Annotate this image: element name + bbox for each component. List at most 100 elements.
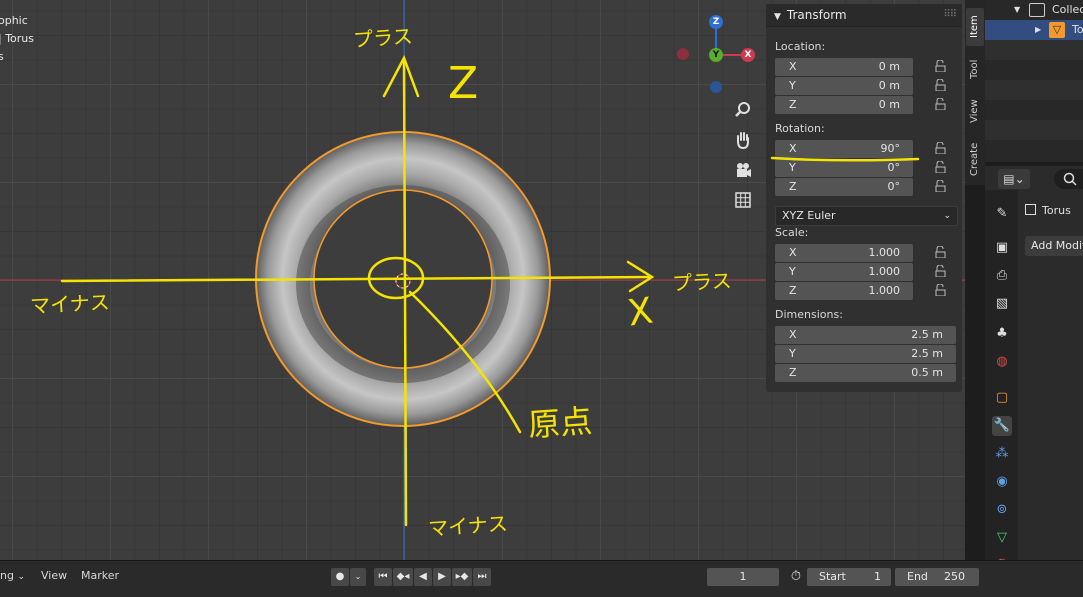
annotation-right-plus: プラス: [671, 268, 733, 296]
lock-icon[interactable]: [934, 265, 946, 277]
zoom-icon[interactable]: [731, 98, 755, 122]
lock-icon[interactable]: [934, 180, 946, 192]
view-menu[interactable]: View: [41, 569, 67, 582]
rotation-z-field[interactable]: Z 0°: [775, 178, 913, 196]
search-input[interactable]: [1054, 169, 1083, 189]
collection-name: Collec: [1052, 3, 1083, 16]
axis-label: Z: [789, 98, 797, 111]
rotation-mode-select[interactable]: XYZ Euler ⌄: [775, 206, 958, 226]
tab-create[interactable]: Create: [966, 136, 984, 182]
tool-settings-icon[interactable]: ✎: [992, 204, 1012, 224]
field-value: 0.5 m: [911, 366, 943, 379]
dimensions-label: Dimensions:: [775, 308, 843, 321]
lock-icon[interactable]: [934, 79, 946, 91]
jump-end-icon[interactable]: ⏭: [473, 568, 491, 586]
object-icon[interactable]: ▢: [992, 388, 1012, 408]
expand-arrow-icon[interactable]: ▶: [1035, 20, 1041, 40]
drag-grip-icon[interactable]: ⠿⠿: [943, 4, 957, 26]
field-value: 0 m: [878, 79, 900, 92]
tab-tool[interactable]: Tool: [966, 52, 984, 86]
info-line: s: [0, 50, 4, 63]
start-frame-field[interactable]: Start 1: [807, 568, 891, 586]
play-icon[interactable]: ▶: [433, 568, 451, 586]
outliner-collection-row[interactable]: ▼ Collec: [985, 0, 1083, 20]
view-layer-icon[interactable]: ▧: [992, 294, 1012, 314]
lock-icon[interactable]: [934, 142, 946, 154]
annotation-underline: [770, 156, 920, 162]
dimensions-x-field[interactable]: X 2.5 m: [775, 326, 956, 344]
object-name: To: [1072, 23, 1083, 36]
location-y-field[interactable]: Y 0 m: [775, 77, 913, 95]
scale-y-field[interactable]: Y 1.000: [775, 263, 913, 281]
axis-label: X: [789, 246, 797, 259]
annotation-left-minus: マイナス: [29, 289, 111, 319]
collapse-triangle-icon: ▼: [774, 12, 781, 22]
stopwatch-icon[interactable]: ⏱: [787, 568, 805, 586]
scale-z-field[interactable]: Z 1.000: [775, 282, 913, 300]
gizmo-neg-x-axis[interactable]: [677, 48, 689, 60]
dimensions-z-field[interactable]: Z 0.5 m: [775, 364, 956, 382]
annotation-origin: 原点: [526, 401, 594, 445]
editor-type-menu-icon[interactable]: ▤⌄: [998, 169, 1030, 189]
scale-x-field[interactable]: X 1.000: [775, 244, 913, 262]
add-modifier-button[interactable]: Add Modifi: [1025, 236, 1083, 256]
start-label: Start: [819, 570, 846, 583]
axis-label: Y: [789, 347, 796, 360]
tab-view[interactable]: View: [966, 92, 984, 130]
location-z-field[interactable]: Z 0 m: [775, 96, 913, 114]
gizmo-x-axis[interactable]: X: [741, 48, 755, 62]
constraints-icon[interactable]: ⊚: [992, 500, 1012, 520]
lock-icon[interactable]: [934, 161, 946, 173]
lock-icon[interactable]: [934, 284, 946, 296]
keying-chevron-icon[interactable]: ⌄: [350, 568, 366, 586]
keyframe-record-button[interactable]: ●: [331, 568, 349, 586]
collection-icon: [1029, 3, 1045, 17]
world-icon[interactable]: ◍: [992, 352, 1012, 372]
lock-icon[interactable]: [934, 98, 946, 110]
annotation-top-plus: プラス: [352, 23, 414, 53]
gizmo-neg-z-axis[interactable]: [710, 81, 722, 93]
gizmo-z-axis[interactable]: Z: [709, 15, 723, 29]
jump-start-icon[interactable]: ⏮: [374, 568, 392, 586]
output-icon[interactable]: ⎙: [992, 266, 1012, 286]
lock-icon[interactable]: [934, 60, 946, 72]
outliner-torus-row[interactable]: ▶ ▽ To: [985, 20, 1083, 40]
axis-label: Z: [789, 180, 797, 193]
play-reverse-icon[interactable]: ◀: [414, 568, 432, 586]
grid-icon[interactable]: [731, 188, 755, 212]
field-value: 0°: [887, 180, 901, 193]
prev-keyframe-icon[interactable]: ◆◂: [393, 568, 413, 586]
render-icon[interactable]: ▣: [992, 238, 1012, 258]
expand-arrow-icon[interactable]: ▼: [1014, 0, 1020, 20]
mesh-object-icon: ▽: [1049, 22, 1065, 38]
field-value: 1.000: [868, 265, 901, 278]
playback-mode-menu[interactable]: ng ⌄: [0, 569, 25, 582]
properties-object-name: Torus: [1042, 204, 1071, 217]
modifier-wrench-icon[interactable]: 🔧: [992, 416, 1012, 436]
physics-icon[interactable]: ◉: [992, 472, 1012, 492]
field-value: 0 m: [878, 60, 900, 73]
info-line: | Torus: [0, 32, 35, 45]
camera-icon[interactable]: [731, 158, 755, 182]
rotation-mode-value: XYZ Euler: [782, 209, 836, 222]
location-label: Location:: [775, 40, 826, 53]
end-value: 250: [944, 570, 965, 583]
playback-mode-label: ng: [0, 569, 14, 582]
gizmo-y-axis[interactable]: Y: [709, 48, 723, 62]
end-frame-field[interactable]: End 250: [895, 568, 979, 586]
axis-label: X: [789, 328, 797, 341]
next-keyframe-icon[interactable]: ▸◆: [452, 568, 472, 586]
tab-item[interactable]: Item: [966, 8, 984, 46]
scene-icon[interactable]: ♣: [992, 324, 1012, 344]
particles-icon[interactable]: ⁂: [992, 444, 1012, 464]
hand-icon[interactable]: [731, 128, 755, 152]
transform-header[interactable]: ▼ Transform ⠿⠿: [766, 4, 962, 27]
chevron-down-icon: ⌄: [943, 211, 951, 221]
lock-icon[interactable]: [934, 246, 946, 258]
object-data-icon[interactable]: ▽: [992, 528, 1012, 548]
dimensions-y-field[interactable]: Y 2.5 m: [775, 345, 956, 363]
current-frame-field[interactable]: 1: [707, 568, 779, 586]
location-x-field[interactable]: X 0 m: [775, 58, 913, 76]
object-square-icon: [1025, 204, 1036, 215]
marker-menu[interactable]: Marker: [81, 569, 119, 582]
